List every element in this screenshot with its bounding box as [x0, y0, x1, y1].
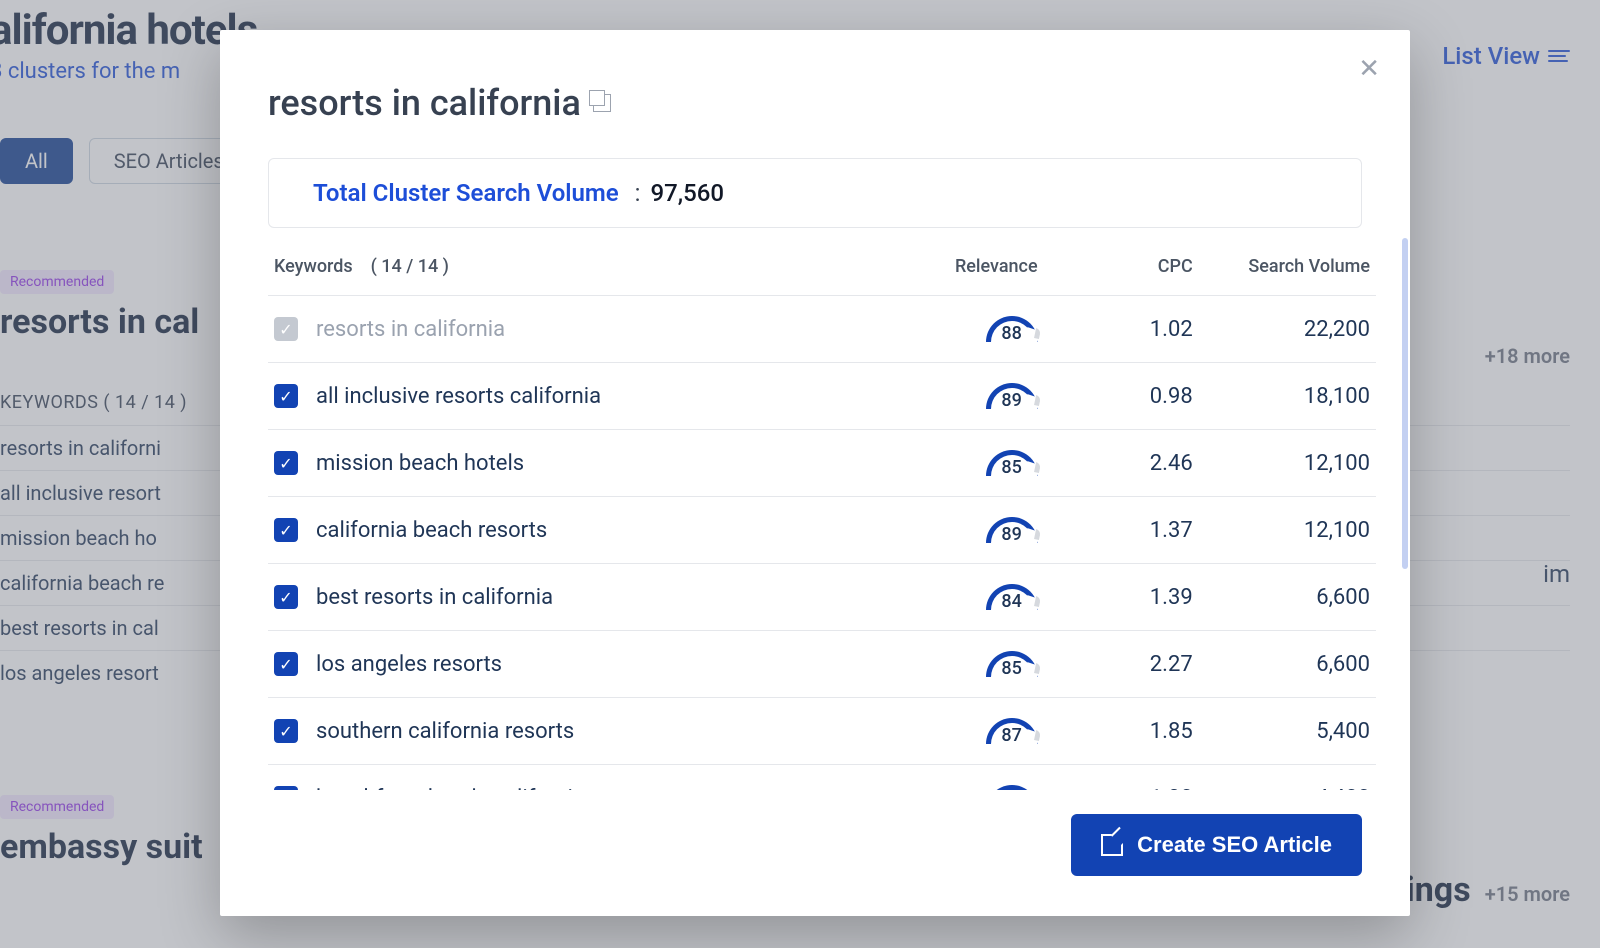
keyword-text: southern california resorts [316, 719, 574, 744]
keyword-text: all inclusive resorts california [316, 384, 601, 409]
modal-footer: Create SEO Article [220, 790, 1410, 916]
checkbox[interactable]: ✓ [274, 518, 298, 542]
keyword-table-wrapper: Keywords ( 14 / 14 ) Relevance CPC Searc… [220, 238, 1410, 790]
table-row: ✓ best resorts in california 841.396,600 [268, 564, 1376, 631]
col-keywords-count: ( 14 / 14 ) [371, 256, 449, 277]
relevance-gauge: 88 [986, 310, 1038, 342]
create-btn-label: Create SEO Article [1137, 832, 1332, 858]
table-row: ✓ southern california resorts 871.855,400 [268, 698, 1376, 765]
checkbox[interactable]: ✓ [274, 786, 298, 790]
keyword-text: mission beach hotels [316, 451, 524, 476]
checkbox: ✓ [274, 317, 298, 341]
table-row: ✓ resorts in california 881.0222,200 [268, 296, 1376, 363]
volume-value: 6,600 [1199, 564, 1376, 631]
keyword-text: resorts in california [316, 317, 505, 342]
table-row: ✓ all inclusive resorts california 890.981… [268, 363, 1376, 430]
cpc-value: 1.02 [1044, 296, 1199, 363]
keyword-text: los angeles resorts [316, 652, 502, 677]
keyword-text: california beach resorts [316, 518, 547, 543]
create-seo-article-button[interactable]: Create SEO Article [1071, 814, 1362, 876]
edit-icon [1101, 834, 1123, 856]
modal-header: resorts in california [220, 30, 1410, 134]
table-row: ✓ beachfront hotels california 90 1.304,400 [268, 765, 1376, 791]
total-volume-label: Total Cluster Search Volume [313, 179, 619, 207]
volume-value: 18,100 [1199, 363, 1376, 430]
copy-icon[interactable] [593, 94, 611, 112]
cpc-value: 1.37 [1044, 497, 1199, 564]
close-icon[interactable]: ✕ [1358, 56, 1380, 82]
cpc-value: 2.46 [1044, 430, 1199, 497]
volume-value: 22,200 [1199, 296, 1376, 363]
col-cpc: CPC [1044, 238, 1199, 296]
relevance-gauge: 84 [986, 578, 1038, 610]
relevance-gauge: 89 [986, 377, 1038, 409]
volume-value: 6,600 [1199, 631, 1376, 698]
total-volume-box: Total Cluster Search Volume : 97,560 [268, 158, 1362, 228]
cpc-value: 1.85 [1044, 698, 1199, 765]
checkbox[interactable]: ✓ [274, 652, 298, 676]
checkbox[interactable]: ✓ [274, 384, 298, 408]
keyword-table: Keywords ( 14 / 14 ) Relevance CPC Searc… [268, 238, 1376, 790]
checkbox[interactable]: ✓ [274, 585, 298, 609]
col-volume: Search Volume [1199, 238, 1376, 296]
keyword-text: beachfront hotels california [316, 786, 585, 791]
cpc-value: 1.30 [1044, 765, 1199, 791]
table-row: ✓ los angeles resorts 852.276,600 [268, 631, 1376, 698]
cpc-value: 1.39 [1044, 564, 1199, 631]
table-row: ✓ mission beach hotels 852.4612,100 [268, 430, 1376, 497]
relevance-gauge: 89 [986, 511, 1038, 543]
table-row: ✓ california beach resorts 891.3712,100 [268, 497, 1376, 564]
keyword-text: best resorts in california [316, 585, 553, 610]
relevance-gauge: 85 [986, 444, 1038, 476]
checkbox[interactable]: ✓ [274, 719, 298, 743]
checkbox[interactable]: ✓ [274, 451, 298, 475]
total-volume-value: 97,560 [650, 179, 724, 207]
relevance-gauge: 87 [986, 712, 1038, 744]
volume-value: 12,100 [1199, 430, 1376, 497]
col-relevance: Relevance [877, 238, 1043, 296]
relevance-gauge: 85 [986, 645, 1038, 677]
col-keywords: Keywords [274, 256, 353, 277]
volume-value: 4,400 [1199, 765, 1376, 791]
relevance-gauge: 90 [986, 779, 1038, 790]
scrollbar[interactable] [1402, 238, 1408, 790]
cpc-value: 2.27 [1044, 631, 1199, 698]
modal-title: resorts in california [268, 82, 581, 124]
cpc-value: 0.98 [1044, 363, 1199, 430]
cluster-detail-modal: ✕ resorts in california Total Cluster Se… [220, 30, 1410, 916]
volume-value: 12,100 [1199, 497, 1376, 564]
scrollbar-thumb[interactable] [1402, 238, 1408, 569]
volume-value: 5,400 [1199, 698, 1376, 765]
